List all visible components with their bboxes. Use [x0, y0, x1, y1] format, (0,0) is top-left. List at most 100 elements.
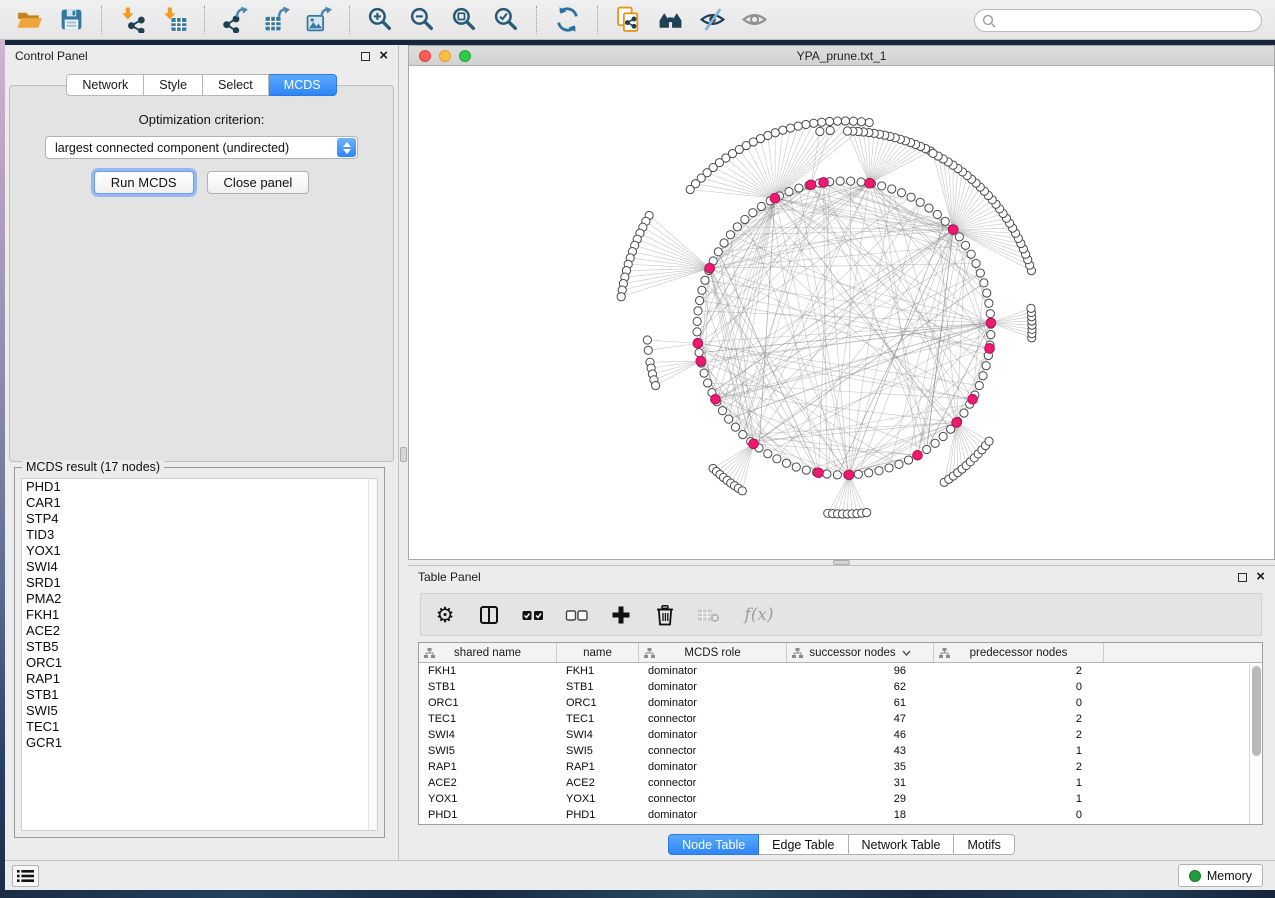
- satellite-node[interactable]: [857, 118, 865, 126]
- import-network-button[interactable]: [117, 4, 147, 36]
- column-settings-button[interactable]: ⚙: [433, 603, 457, 627]
- column-header-predecessor-nodes[interactable]: predecessor nodes: [934, 643, 1104, 662]
- ring-node[interactable]: [925, 204, 933, 212]
- satellite-node[interactable]: [686, 185, 694, 193]
- ring-node[interactable]: [931, 439, 939, 447]
- table-row[interactable]: ORC1ORC1dominator610: [419, 695, 1262, 711]
- tab-network[interactable]: Network: [66, 74, 144, 96]
- table-row[interactable]: YOX1YOX1connector291: [419, 791, 1262, 807]
- mcds-hub-node[interactable]: [968, 394, 978, 404]
- satellite-node[interactable]: [843, 127, 851, 135]
- result-node-item[interactable]: ACE2: [22, 623, 377, 639]
- show-all-button[interactable]: [739, 4, 769, 36]
- result-node-item[interactable]: PHD1: [22, 479, 377, 495]
- ring-node[interactable]: [987, 331, 995, 339]
- window-close-icon[interactable]: [419, 50, 431, 62]
- zoom-selected-button[interactable]: [491, 4, 521, 36]
- ring-node[interactable]: [718, 407, 726, 415]
- float-panel-icon[interactable]: [1238, 573, 1247, 582]
- ring-node[interactable]: [878, 182, 886, 190]
- ring-node[interactable]: [731, 423, 739, 431]
- network-canvas[interactable]: [409, 66, 1274, 559]
- satellite-node[interactable]: [865, 118, 873, 126]
- satellite-node[interactable]: [738, 487, 746, 495]
- hide-selected-button[interactable]: [697, 4, 727, 36]
- satellite-node[interactable]: [652, 381, 660, 389]
- search-input[interactable]: [1001, 11, 1261, 30]
- ring-node[interactable]: [720, 239, 728, 247]
- ring-node[interactable]: [904, 456, 912, 464]
- ring-node[interactable]: [907, 193, 915, 201]
- table-scrollbar[interactable]: [1249, 663, 1262, 824]
- ring-node[interactable]: [764, 450, 772, 458]
- mcds-hub-node[interactable]: [770, 193, 780, 203]
- satellite-node[interactable]: [786, 124, 794, 132]
- ring-node[interactable]: [733, 223, 741, 231]
- column-header-shared-name[interactable]: shared name: [419, 643, 557, 662]
- ring-node[interactable]: [955, 233, 963, 241]
- satellite-node[interactable]: [985, 437, 993, 445]
- select-all-button[interactable]: [521, 603, 545, 627]
- table-row[interactable]: PHD1PHD1dominator180: [419, 807, 1262, 823]
- show-columns-button[interactable]: [477, 603, 501, 627]
- close-panel-icon[interactable]: ×: [379, 51, 388, 61]
- mcds-hub-node[interactable]: [952, 418, 962, 428]
- ring-node[interactable]: [985, 299, 993, 307]
- ring-node[interactable]: [847, 177, 855, 185]
- ring-node[interactable]: [854, 470, 862, 478]
- ring-node[interactable]: [782, 459, 790, 467]
- ring-node[interactable]: [704, 379, 712, 387]
- export-network-button[interactable]: [220, 4, 250, 36]
- optimization-criterion-select[interactable]: largest connected component (undirected): [45, 136, 358, 159]
- ring-node[interactable]: [941, 217, 949, 225]
- result-node-item[interactable]: STB1: [22, 687, 377, 703]
- ring-node[interactable]: [749, 209, 757, 217]
- result-node-item[interactable]: CAR1: [22, 495, 377, 511]
- ring-node[interactable]: [972, 259, 980, 267]
- satellite-node[interactable]: [802, 120, 810, 128]
- ring-node[interactable]: [773, 455, 781, 463]
- satellite-node[interactable]: [779, 126, 787, 134]
- mcds-hub-node[interactable]: [986, 318, 996, 328]
- memory-button[interactable]: Memory: [1178, 864, 1263, 887]
- ring-node[interactable]: [725, 415, 733, 423]
- ring-node[interactable]: [979, 372, 987, 380]
- delete-table-button[interactable]: [697, 603, 721, 627]
- tab-mcds[interactable]: MCDS: [269, 74, 337, 96]
- import-table-button[interactable]: [159, 4, 189, 36]
- new-network-from-selection-button[interactable]: [613, 4, 643, 36]
- ring-node[interactable]: [983, 289, 991, 297]
- ring-node[interactable]: [714, 248, 722, 256]
- result-list-scrollbar[interactable]: [368, 479, 377, 830]
- save-session-button[interactable]: [56, 4, 86, 36]
- satellite-node[interactable]: [617, 293, 625, 301]
- ring-node[interactable]: [875, 467, 883, 475]
- result-node-item[interactable]: SWI5: [22, 703, 377, 719]
- mcds-hub-node[interactable]: [705, 263, 715, 273]
- deselect-all-button[interactable]: [565, 603, 589, 627]
- ring-node[interactable]: [694, 307, 702, 315]
- zoom-out-button[interactable]: [407, 4, 437, 36]
- ring-node[interactable]: [933, 210, 941, 218]
- close-panel-button[interactable]: Close panel: [207, 171, 310, 194]
- result-node-item[interactable]: STP4: [22, 511, 377, 527]
- ring-node[interactable]: [693, 328, 701, 336]
- ring-node[interactable]: [739, 431, 747, 439]
- ring-node[interactable]: [885, 464, 893, 472]
- table-row[interactable]: TEC1TEC1connector472: [419, 711, 1262, 727]
- mcds-hub-node[interactable]: [985, 344, 995, 354]
- ring-node[interactable]: [980, 279, 988, 287]
- ring-node[interactable]: [741, 215, 749, 223]
- ring-node[interactable]: [897, 189, 905, 197]
- ring-node[interactable]: [975, 381, 983, 389]
- task-history-button[interactable]: [12, 865, 39, 887]
- mcds-hub-node[interactable]: [749, 439, 759, 449]
- ring-node[interactable]: [726, 231, 734, 239]
- satellite-node[interactable]: [644, 346, 652, 354]
- ring-node[interactable]: [695, 349, 703, 357]
- satellite-node[interactable]: [1027, 304, 1035, 312]
- ring-node[interactable]: [792, 463, 800, 471]
- ring-node[interactable]: [986, 310, 994, 318]
- mcds-hub-node[interactable]: [806, 180, 816, 190]
- ring-node[interactable]: [833, 471, 841, 479]
